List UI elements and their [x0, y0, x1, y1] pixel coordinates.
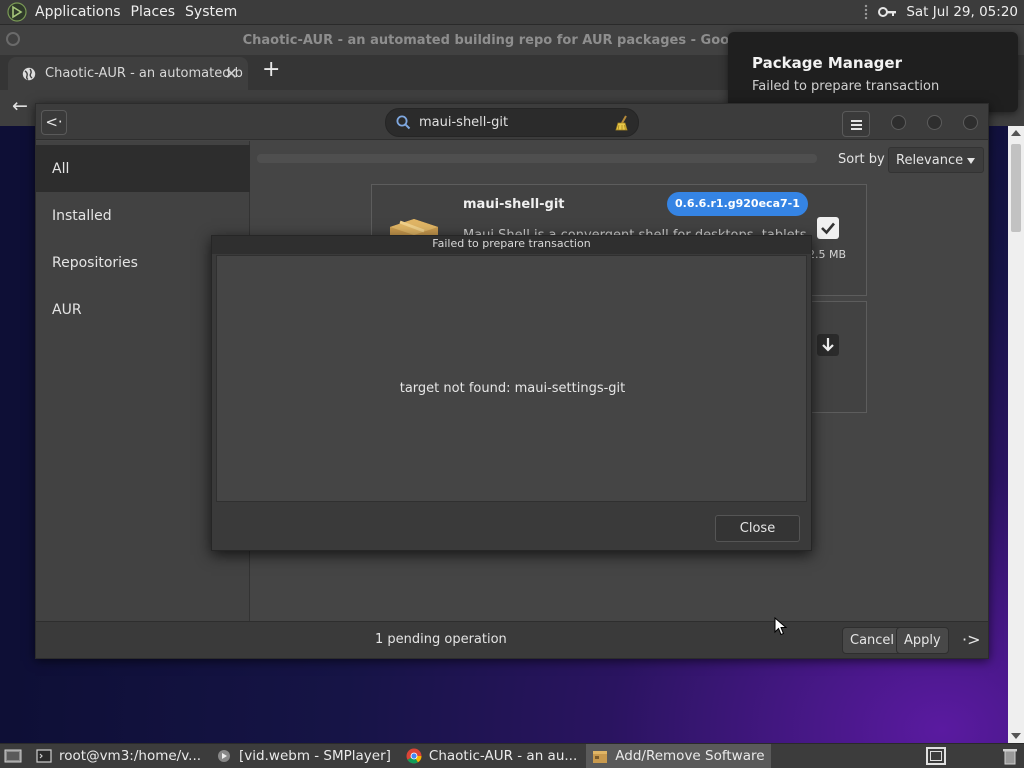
install-button[interactable]	[817, 334, 839, 356]
package-manager-icon	[593, 751, 608, 763]
search-input[interactable]: maui-shell-git	[385, 108, 639, 137]
headerbar: <· maui-shell-git	[36, 104, 988, 140]
chrome-tab[interactable]: Chaotic-AUR - an automated b ✕	[8, 57, 248, 90]
install-checkbox[interactable]	[817, 217, 839, 239]
task-label: [vid.webm - SMPlayer]	[239, 748, 391, 764]
maximize-icon[interactable]	[927, 115, 942, 130]
cancel-button[interactable]: Cancel	[842, 627, 903, 654]
chrome-icon	[406, 748, 422, 764]
scrollbar[interactable]	[1008, 126, 1024, 743]
download-arrow-icon	[822, 338, 834, 352]
apply-button[interactable]: Apply	[896, 627, 949, 654]
close-icon[interactable]: ✕	[225, 64, 238, 83]
clear-search-icon[interactable]	[614, 115, 630, 131]
back-button[interactable]: <·	[41, 110, 67, 135]
chevron-down-icon	[967, 158, 975, 164]
clock[interactable]: Sat Jul 29, 05:20	[906, 4, 1018, 20]
minimize-icon[interactable]	[891, 115, 906, 130]
applications-menu[interactable]: Applications	[33, 4, 129, 20]
sort-label: Sort by	[838, 152, 885, 167]
error-dialog: Failed to prepare transaction target not…	[211, 235, 812, 551]
checkmark-icon	[821, 222, 835, 235]
close-button[interactable]: Close	[715, 515, 800, 542]
search-value: maui-shell-git	[419, 115, 509, 130]
taskbar-item-package-manager[interactable]: Add/Remove Software	[586, 743, 771, 768]
hamburger-menu-icon[interactable]	[842, 111, 870, 137]
package-name: maui-shell-git	[463, 197, 565, 212]
task-label: Chaotic-AUR - an au...	[428, 748, 578, 764]
globe-icon	[22, 67, 36, 80]
system-menu[interactable]: System	[183, 4, 245, 20]
network-icon[interactable]	[878, 6, 897, 18]
footer-bar: 1 pending operation Cancel Apply ·>	[36, 621, 988, 658]
dialog-message: target not found: maui-settings-git	[399, 381, 626, 396]
dialog-title[interactable]: Failed to prepare transaction	[212, 236, 811, 254]
workspace-switcher[interactable]	[926, 747, 946, 765]
taskbar-item-terminal[interactable]: root@vm3:/home/v...	[30, 744, 207, 768]
sort-value: Relevance	[896, 152, 964, 168]
taskbar-item-chrome[interactable]: Chaotic-AUR - an au...	[400, 744, 583, 768]
mate-menu-icon[interactable]	[7, 2, 27, 22]
top-panel: Applications Places System Sat Jul 29, 0…	[0, 0, 1024, 25]
bottom-panel: root@vm3:/home/v... [vid.webm - SMPlayer…	[0, 743, 1024, 768]
package-size: 2.5 MB	[808, 248, 847, 261]
show-desktop-icon[interactable]	[4, 748, 22, 764]
terminal-icon	[36, 749, 52, 763]
notification[interactable]: Package Manager Failed to prepare transa…	[728, 32, 1018, 112]
chrome-tab-title: Chaotic-AUR - an automated b	[45, 66, 243, 81]
scroll-down-icon[interactable]	[1011, 733, 1021, 739]
pending-operations[interactable]: 1 pending operation	[375, 632, 507, 647]
task-label: root@vm3:/home/v...	[59, 748, 202, 764]
sort-dropdown[interactable]: Relevance	[888, 147, 984, 173]
sidebar-item-installed[interactable]: Installed	[36, 192, 250, 239]
version-badge: 0.6.6.r1.g920eca7-1	[667, 192, 808, 216]
chrome-window-title: Chaotic-AUR - an automated building repo…	[242, 32, 782, 48]
dialog-body: target not found: maui-settings-git	[216, 255, 807, 502]
tray-handle-icon[interactable]	[864, 4, 869, 20]
window-close-icon[interactable]	[963, 115, 978, 130]
back-arrow-icon[interactable]: ←	[12, 95, 28, 117]
window-control-icon[interactable]	[6, 32, 20, 46]
scrollbar-thumb[interactable]	[1011, 144, 1021, 232]
sidebar-item-all[interactable]: All	[36, 145, 250, 192]
new-tab-button[interactable]: +	[262, 59, 280, 81]
search-icon	[396, 115, 411, 130]
progress-bar	[257, 154, 817, 163]
scroll-up-icon[interactable]	[1011, 130, 1021, 136]
mouse-pointer-icon	[774, 617, 788, 636]
trash-icon[interactable]	[1002, 747, 1018, 765]
task-label: Add/Remove Software	[615, 748, 765, 764]
notification-title: Package Manager	[752, 54, 902, 72]
places-menu[interactable]: Places	[129, 4, 184, 20]
smplayer-icon	[218, 750, 231, 762]
notification-body: Failed to prepare transaction	[752, 79, 940, 94]
details-arrow-icon[interactable]: ·>	[962, 630, 981, 649]
taskbar-item-smplayer[interactable]: [vid.webm - SMPlayer]	[210, 744, 397, 768]
